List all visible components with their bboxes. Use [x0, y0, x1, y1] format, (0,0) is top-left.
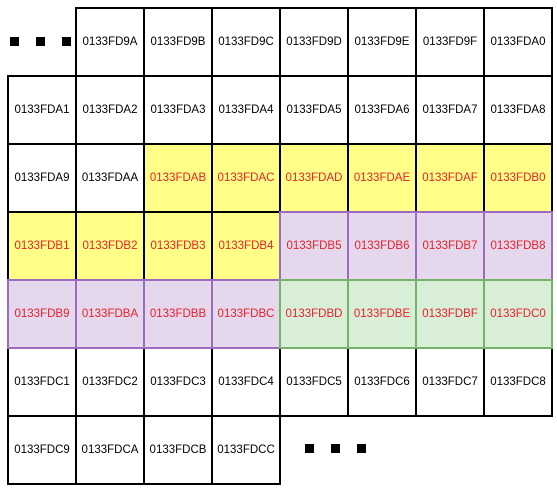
address-cell: 0133FD9A — [75, 7, 145, 77]
address-cell: 0133FDA8 — [483, 75, 553, 145]
address-cell: 0133FDBD — [279, 279, 349, 349]
address-cell: 0133FD9F — [415, 7, 485, 77]
address-cell: 0133FDB6 — [347, 211, 417, 281]
address-cell: 0133FDCB — [143, 415, 213, 485]
address-cell: 0133FDBE — [347, 279, 417, 349]
address-cell: 0133FDA5 — [279, 75, 349, 145]
address-cell: 0133FD9C — [211, 7, 281, 77]
address-cell: 0133FDB2 — [75, 211, 145, 281]
ellipsis-dot — [36, 37, 45, 46]
address-cell: 0133FDC9 — [7, 415, 77, 485]
address-cell: 0133FD9B — [143, 7, 213, 77]
address-cell: 0133FDC5 — [279, 347, 349, 417]
ellipsis-dot — [357, 444, 366, 453]
address-cell: 0133FDAB — [143, 143, 213, 213]
address-cell: 0133FDB0 — [483, 143, 553, 213]
address-cell: 0133FDB4 — [211, 211, 281, 281]
address-cell: 0133FDCA — [75, 415, 145, 485]
address-cell: 0133FDB9 — [7, 279, 77, 349]
address-cell: 0133FDA2 — [75, 75, 145, 145]
address-cell: 0133FDB3 — [143, 211, 213, 281]
ellipsis-dot — [10, 37, 19, 46]
address-cell: 0133FDAE — [347, 143, 417, 213]
address-cell: 0133FDA6 — [347, 75, 417, 145]
address-cell: 0133FDA3 — [143, 75, 213, 145]
address-cell: 0133FDB1 — [7, 211, 77, 281]
address-cell: 0133FDC3 — [143, 347, 213, 417]
address-cell: 0133FDA0 — [483, 7, 553, 77]
address-cell: 0133FDC0 — [483, 279, 553, 349]
address-cell: 0133FDBB — [143, 279, 213, 349]
ellipsis-end — [305, 444, 366, 453]
address-cell: 0133FDAC — [211, 143, 281, 213]
address-cell: 0133FDB8 — [483, 211, 553, 281]
address-cell: 0133FDBA — [75, 279, 145, 349]
address-cell: 0133FD9E — [347, 7, 417, 77]
address-cell: 0133FDC2 — [75, 347, 145, 417]
address-cell: 0133FDA1 — [7, 75, 77, 145]
ellipsis-dot — [62, 37, 71, 46]
address-cell: 0133FDBC — [211, 279, 281, 349]
address-cell: 0133FDA4 — [211, 75, 281, 145]
address-cell: 0133FDB5 — [279, 211, 349, 281]
ellipsis-dot — [305, 444, 314, 453]
address-cell: 0133FDC7 — [415, 347, 485, 417]
address-cell: 0133FDAF — [415, 143, 485, 213]
address-cell: 0133FDC6 — [347, 347, 417, 417]
address-cell: 0133FDAD — [279, 143, 349, 213]
address-cell: 0133FDC8 — [483, 347, 553, 417]
memory-address-grid: 0133FD9A 0133FD9B 0133FD9C 0133FD9D 0133FD9E… — [0, 0, 557, 489]
ellipsis-start — [10, 37, 71, 46]
address-cell: 0133FDC1 — [7, 347, 77, 417]
address-cell: 0133FDA9 — [7, 143, 77, 213]
ellipsis-dot — [331, 444, 340, 453]
address-cell: 0133FD9D — [279, 7, 349, 77]
address-cell: 0133FDAA — [75, 143, 145, 213]
address-cell: 0133FDB7 — [415, 211, 485, 281]
address-cell: 0133FDA7 — [415, 75, 485, 145]
address-cell: 0133FDBF — [415, 279, 485, 349]
address-cell: 0133FDCC — [211, 415, 281, 485]
address-cell: 0133FDC4 — [211, 347, 281, 417]
